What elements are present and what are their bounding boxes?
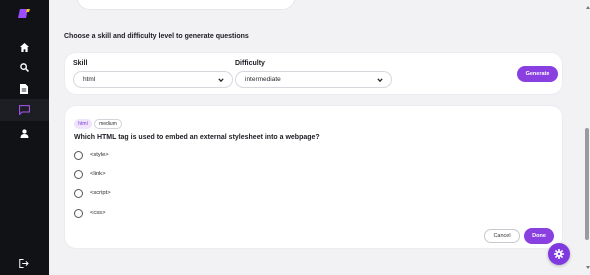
answer-option-label: <style> <box>90 152 109 158</box>
answer-option-label: <css> <box>90 210 106 216</box>
scrollbar-thumb[interactable] <box>585 128 589 240</box>
answer-option-label: <script> <box>90 190 111 196</box>
chat-icon[interactable] <box>0 99 49 121</box>
skill-select[interactable]: html <box>73 71 233 88</box>
chevron-down-icon <box>218 78 224 83</box>
answer-option[interactable]: <css> <box>74 208 105 218</box>
search-icon[interactable] <box>17 60 31 74</box>
difficulty-label: Difficulty <box>235 60 265 67</box>
cancel-button[interactable]: Cancel <box>484 229 520 243</box>
radio-button[interactable] <box>74 208 83 218</box>
difficulty-tag: medium <box>94 119 122 129</box>
answer-option-label: <link> <box>90 171 106 177</box>
generate-button[interactable]: Generate <box>517 66 558 82</box>
logout-icon[interactable] <box>17 256 31 270</box>
answer-option[interactable]: <style> <box>74 150 109 160</box>
difficulty-select[interactable]: intermediate <box>235 71 392 88</box>
radio-button[interactable] <box>74 169 83 179</box>
home-icon[interactable] <box>17 40 31 54</box>
skill-label: Skill <box>73 60 88 67</box>
answer-option[interactable]: <link> <box>74 169 105 179</box>
skill-select-value: html <box>83 76 96 83</box>
document-icon[interactable] <box>17 82 31 96</box>
done-button[interactable]: Done <box>524 228 554 244</box>
question-text: Which HTML tag is used to embed an exter… <box>74 134 320 141</box>
previous-card <box>76 0 296 10</box>
question-card: html medium Which HTML tag is used to em… <box>64 105 563 249</box>
scroll-down-arrow-icon[interactable] <box>586 266 590 269</box>
user-icon[interactable] <box>17 126 31 140</box>
radio-button[interactable] <box>74 188 83 198</box>
generator-title: Choose a skill and difficulty level to g… <box>64 33 249 40</box>
generator-controls: Skill html Difficulty intermediate Gener… <box>64 52 563 95</box>
app-logo[interactable] <box>18 9 30 18</box>
settings-fab-button[interactable] <box>548 243 570 265</box>
gear-icon <box>554 249 564 259</box>
skill-tag: html <box>74 119 92 129</box>
difficulty-select-value: intermediate <box>245 76 281 83</box>
answer-option[interactable]: <script> <box>74 188 111 198</box>
sidebar <box>0 0 49 275</box>
scroll-up-arrow-icon[interactable] <box>586 6 590 9</box>
radio-button[interactable] <box>74 150 83 160</box>
chevron-down-icon <box>377 78 383 83</box>
